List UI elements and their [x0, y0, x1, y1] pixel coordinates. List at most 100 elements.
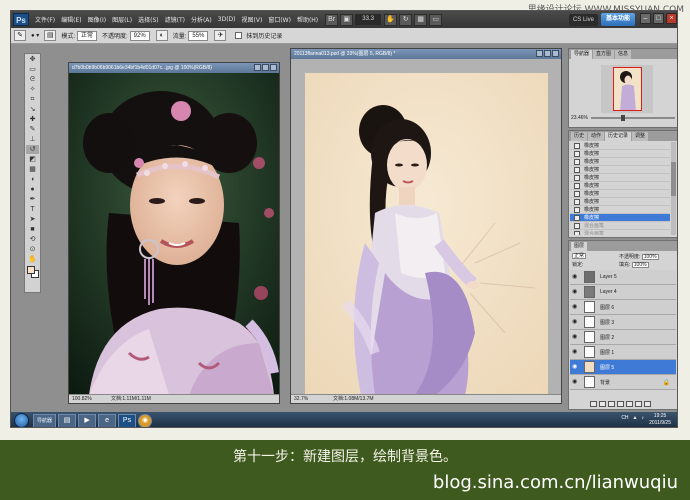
brush-panel-toggle-icon[interactable]: ▤ [44, 30, 57, 41]
link-layers-icon[interactable] [590, 400, 597, 407]
menu-file[interactable]: 文件(F) [32, 15, 58, 24]
new-layer-icon[interactable] [635, 400, 642, 407]
erase-to-history-checkbox[interactable] [235, 32, 243, 39]
blend-mode-select[interactable]: 正常 [572, 253, 587, 259]
history-scrollbar[interactable] [671, 142, 676, 235]
arrange-documents-icon[interactable]: ▦ [414, 13, 428, 26]
history-item[interactable]: 橡皮擦 [570, 142, 670, 150]
menu-image[interactable]: 图像(I) [85, 15, 109, 24]
brush-preset-picker[interactable]: ● ▾ [29, 32, 41, 39]
path-select-tool-icon[interactable]: ➤ [26, 215, 39, 224]
doc-close-icon[interactable] [270, 64, 277, 71]
menu-edit[interactable]: 编辑(E) [58, 15, 84, 24]
history-scroll-thumb[interactable] [671, 162, 676, 196]
type-tool-icon[interactable]: T [26, 205, 39, 214]
rotate-view-icon[interactable]: ↻ [399, 13, 413, 26]
history-item[interactable]: 橡皮擦 [570, 182, 670, 190]
add-mask-icon[interactable] [608, 400, 615, 407]
3d-orbit-tool-icon[interactable]: ⊙ [26, 245, 39, 254]
qq-icon[interactable]: ◉ [138, 413, 153, 427]
eye-visibility-icon[interactable]: ◉ [572, 379, 579, 385]
cs-live-button[interactable]: CS Live [568, 13, 598, 26]
history-brush-tool-icon-active[interactable]: ↺ [26, 145, 39, 154]
media-player-icon[interactable]: ▶ [78, 413, 97, 427]
tray-expand-icon[interactable]: ▲ [632, 415, 639, 421]
layer-row[interactable]: ◉ 图层 3 [570, 315, 676, 330]
eye-visibility-icon[interactable]: ◉ [572, 304, 579, 310]
eyedropper-tool-icon[interactable]: ↘ [26, 105, 39, 114]
pen-tool-icon[interactable]: ✒ [26, 195, 39, 204]
document-tab-right[interactable]: 20113flanna013.psd @ 33%(图层 5, RGB/8) * [291, 49, 561, 59]
menu-filter[interactable]: 滤镜(T) [162, 15, 188, 24]
history-item[interactable]: 橡皮擦 [570, 214, 670, 222]
tab-layers[interactable]: 图层 [571, 242, 588, 251]
navigator-view-box[interactable] [613, 67, 642, 111]
taskbar-clock[interactable]: 19:25 2011/9/25 [649, 413, 671, 427]
history-item[interactable]: 橡皮擦 [570, 166, 670, 174]
maximize-icon[interactable]: □ [653, 13, 664, 24]
eye-visibility-icon[interactable]: ◉ [572, 334, 579, 340]
layer-row[interactable]: ◉ 图层 2 [570, 330, 676, 345]
doc-minimize-icon-right[interactable] [536, 50, 543, 57]
layer-name[interactable]: 图层 5 [600, 364, 614, 371]
layer-row[interactable]: ◉ 图层 6 [570, 300, 676, 315]
shape-tool-icon[interactable]: ■ [26, 225, 39, 234]
history-item[interactable]: 橡皮擦 [570, 158, 670, 166]
taskbar-app-navigator[interactable]: 导航器 [33, 413, 57, 427]
explorer-icon[interactable]: ▤ [58, 413, 77, 427]
tab-info[interactable]: 信息 [615, 50, 632, 59]
crop-tool-icon[interactable]: ⌗ [26, 95, 39, 104]
tab-actions[interactable]: 动作 [588, 132, 605, 141]
adjustment-layer-icon[interactable] [617, 400, 624, 407]
layer-name[interactable]: 背景 [600, 379, 610, 386]
menu-select[interactable]: 选择(S) [135, 15, 162, 24]
mode-select[interactable]: 正常 [76, 30, 97, 41]
layer-name[interactable]: Layer 5 [600, 274, 617, 280]
fill-field[interactable]: 100% [631, 261, 649, 268]
doc-maximize-icon-right[interactable] [544, 50, 551, 57]
quick-select-tool-icon[interactable]: ✧ [26, 85, 39, 94]
minibridge-icon[interactable]: ▣ [340, 13, 354, 26]
close-icon[interactable]: × [666, 13, 677, 24]
lasso-tool-icon[interactable]: ᘓ [26, 75, 39, 84]
menu-3d[interactable]: 3D(D) [215, 16, 239, 23]
doc-close-icon-right[interactable] [552, 50, 559, 57]
photo-canvas[interactable] [69, 73, 279, 395]
history-item[interactable]: 混合画笔 [570, 222, 670, 230]
menu-layer[interactable]: 图层(L) [109, 15, 135, 24]
document-tab-left[interactable]: d7b0b0b9b06b9061b6e34bf1b4d01d07c...jpg … [69, 63, 279, 73]
dodge-tool-icon[interactable]: ● [26, 185, 39, 194]
brush-tool-icon[interactable]: ✎ [26, 125, 39, 134]
3d-rotate-tool-icon[interactable]: ⟲ [26, 235, 39, 244]
layer-row[interactable]: ◉ 背景 🔒 [570, 375, 676, 390]
menu-window[interactable]: 窗口(W) [265, 15, 294, 24]
opacity-field[interactable]: 92% [129, 30, 150, 41]
volume-icon[interactable]: ♪ [641, 415, 646, 421]
eye-visibility-icon[interactable]: ◉ [572, 274, 579, 280]
navigator-preview[interactable] [601, 65, 653, 113]
layer-row[interactable]: ◉ Layer 5 [570, 270, 676, 285]
painting-canvas[interactable] [305, 73, 548, 395]
delete-layer-icon[interactable] [644, 400, 651, 407]
document-window-left[interactable]: d7b0b0b9b06b9061b6e34bf1b4d01d07c...jpg … [68, 62, 280, 404]
tab-history-a[interactable]: 历史 [571, 132, 588, 141]
tab-history[interactable]: 历史记录 [605, 132, 632, 141]
navigator-zoom-slider[interactable] [591, 115, 675, 121]
menu-analysis[interactable]: 分析(A) [188, 15, 215, 24]
layer-row[interactable]: ◉ 图层 5 [570, 360, 676, 375]
history-brush-tool-icon[interactable]: ✎ [14, 30, 26, 41]
blur-tool-icon[interactable]: ◖ [26, 175, 39, 184]
layer-name[interactable]: 图层 2 [600, 334, 614, 341]
eye-visibility-icon[interactable]: ◉ [572, 319, 579, 325]
input-method-icon[interactable]: CH [620, 415, 629, 421]
tab-navigator[interactable]: 导航器 [571, 50, 593, 59]
doc-minimize-icon[interactable] [254, 64, 261, 71]
document-window-right[interactable]: 20113flanna013.psd @ 33%(图层 5, RGB/8) * [290, 48, 562, 404]
move-tool-icon[interactable]: ✥ [26, 55, 39, 64]
foreground-color-swatch[interactable] [27, 266, 35, 274]
gradient-tool-icon[interactable]: ▦ [26, 165, 39, 174]
layer-row[interactable]: ◉ Layer 4 [570, 285, 676, 300]
eye-visibility-icon[interactable]: ◉ [572, 289, 579, 295]
eraser-tool-icon[interactable]: ◩ [26, 155, 39, 164]
history-item[interactable]: 橡皮擦 [570, 198, 670, 206]
